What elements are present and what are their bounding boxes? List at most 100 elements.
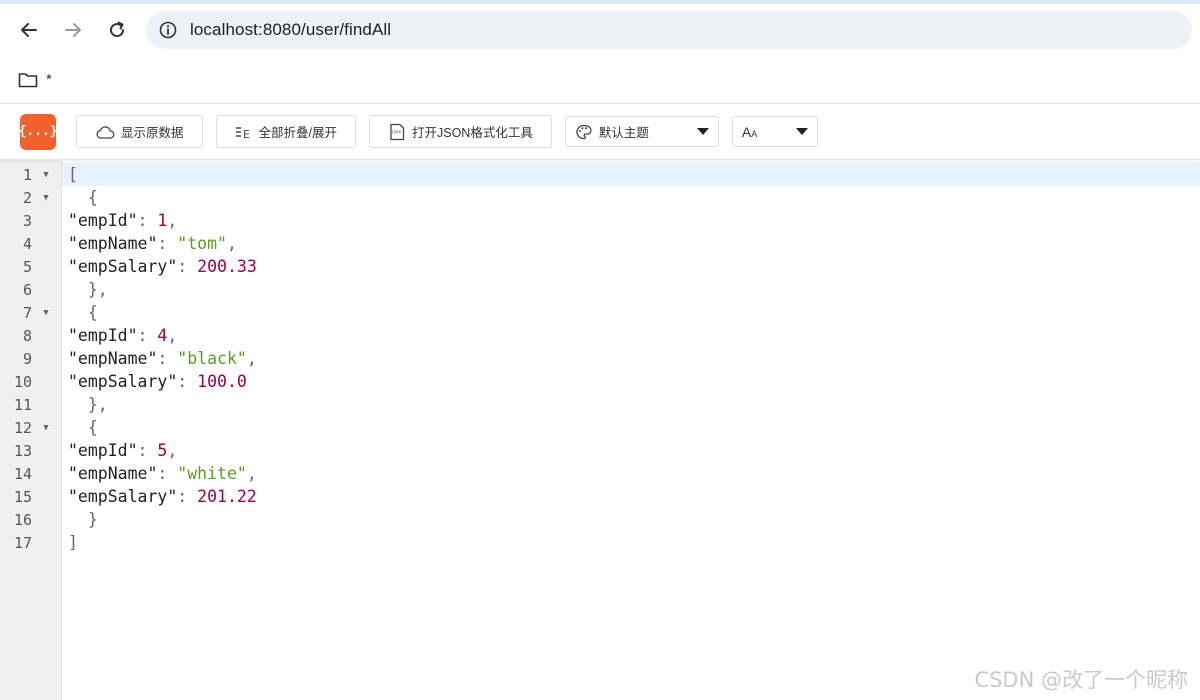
- code-line: ]: [68, 533, 78, 552]
- line-number: 11: [0, 393, 61, 416]
- line-number: 16: [0, 508, 61, 531]
- code-line: {: [68, 303, 98, 322]
- json-viewer-logo[interactable]: {...}: [18, 113, 58, 150]
- code-line: "empId": 4,: [68, 326, 178, 345]
- json-key: "empId": [68, 441, 138, 460]
- bookmarks-bar: *: [0, 56, 1200, 104]
- line-number: 17: [0, 531, 61, 554]
- json-key: "empName": [68, 349, 158, 368]
- line-number: 2 ▼: [0, 186, 61, 209]
- fold-all-label: 全部折叠/展开: [258, 126, 337, 140]
- line-number: 8: [0, 324, 61, 347]
- line-number: 4: [0, 232, 61, 255]
- fold-toggle-icon[interactable]: ▼: [35, 193, 57, 203]
- line-number-text: 14: [13, 464, 32, 483]
- code-line: "empSalary": 200.33: [68, 257, 257, 276]
- json-number-value: 100.0: [197, 372, 247, 391]
- line-number: 6: [0, 278, 61, 301]
- json-key: "empId": [68, 326, 138, 345]
- line-number: 7 ▼: [0, 301, 61, 324]
- forward-button[interactable]: [58, 15, 88, 45]
- code-line: [: [62, 163, 1200, 186]
- code-line: "empName": "black",: [68, 349, 257, 368]
- json-key: "empName": [68, 464, 158, 483]
- line-number: 10: [0, 370, 61, 393]
- open-json-tool-label: 打开JSON格式化工具: [412, 126, 533, 140]
- cloud-icon: [96, 125, 115, 139]
- show-raw-label: 显示原数据: [121, 126, 184, 140]
- folder-icon: [18, 72, 38, 87]
- json-number-value: 1: [157, 211, 168, 230]
- line-number: 5: [0, 255, 61, 278]
- json-key: "empSalary": [68, 372, 178, 391]
- line-number: 13: [0, 439, 61, 462]
- line-number: 1 ▼: [0, 163, 61, 186]
- fold-toggle-icon[interactable]: ▼: [35, 170, 57, 180]
- line-number-text: 6: [22, 280, 32, 299]
- json-viewer-toolbar: {...} 显示原数据 E 全部折叠/展开 json 打开JSON格式化工具 默…: [0, 104, 1200, 160]
- fold-toggle-icon[interactable]: ▼: [35, 423, 57, 433]
- fold-toggle-icon[interactable]: ▼: [35, 308, 57, 318]
- line-number-text: 5: [22, 257, 32, 276]
- line-number: 9: [0, 347, 61, 370]
- open-json-tool-button[interactable]: json 打开JSON格式化工具: [369, 115, 552, 148]
- reload-button[interactable]: [102, 15, 132, 45]
- fold-all-button[interactable]: E 全部折叠/展开: [215, 115, 356, 148]
- line-number-text: 4: [22, 234, 32, 253]
- collapse-expand-icon: E: [235, 126, 250, 139]
- code-area[interactable]: [ { "empId": 1, "empName": "tom", "empSa…: [62, 160, 1200, 700]
- address-bar[interactable]: localhost:8080/user/findAll: [146, 11, 1192, 49]
- json-number-value: 200.33: [197, 257, 257, 276]
- json-string-value: "black": [177, 349, 247, 368]
- chevron-down-icon: [696, 128, 709, 135]
- back-button[interactable]: [14, 15, 44, 45]
- line-number-text: 2: [22, 188, 32, 207]
- svg-text:json: json: [391, 129, 401, 135]
- code-line: "empSalary": 201.22: [68, 487, 257, 506]
- forward-arrow-icon: [65, 23, 81, 37]
- code-line: "empName": "tom",: [68, 234, 237, 253]
- font-size-select[interactable]: AA: [731, 116, 818, 147]
- code-line: {: [68, 188, 98, 207]
- code-line: }: [68, 510, 98, 529]
- chevron-down-icon: [795, 128, 808, 135]
- back-arrow-icon: [21, 23, 37, 37]
- code-line: "empSalary": 100.0: [68, 372, 247, 391]
- line-number-text: 3: [22, 211, 32, 230]
- json-number-value: 201.22: [197, 487, 257, 506]
- line-number-text: 12: [13, 418, 32, 437]
- json-number-value: 4: [157, 326, 168, 345]
- bookmark-folder-label: *: [46, 71, 52, 88]
- line-number-text: 11: [13, 395, 32, 414]
- json-file-icon: json: [390, 123, 405, 140]
- line-number-text: 17: [13, 533, 32, 552]
- theme-select-value: 默认主题: [598, 126, 649, 140]
- theme-select[interactable]: 默认主题: [564, 116, 719, 147]
- code-line: "empId": 5,: [68, 441, 178, 460]
- palette-icon: [576, 124, 592, 139]
- show-raw-button[interactable]: 显示原数据: [76, 115, 203, 148]
- bookmark-folder[interactable]: *: [18, 71, 52, 89]
- json-string-value: "white": [177, 464, 247, 483]
- line-number: 14: [0, 462, 61, 485]
- font-size-icon-letter: A: [741, 123, 752, 140]
- line-number: 15: [0, 485, 61, 508]
- site-info-icon[interactable]: [158, 20, 178, 40]
- line-number-text: 15: [13, 487, 32, 506]
- code-line: },: [68, 395, 108, 414]
- csdn-watermark: CSDN @改了一个昵称: [974, 668, 1188, 692]
- line-number: 3: [0, 209, 61, 232]
- line-number-text: 1: [22, 165, 32, 184]
- navigation-bar: localhost:8080/user/findAll: [0, 4, 1200, 56]
- svg-text:E: E: [243, 128, 250, 139]
- json-key: "empName": [68, 234, 158, 253]
- json-string-value: "tom": [177, 234, 227, 253]
- line-number-text: 9: [22, 349, 32, 368]
- line-number-text: 7: [22, 303, 32, 322]
- line-number-text: 8: [22, 326, 32, 345]
- json-key: "empId": [68, 211, 138, 230]
- json-number-value: 5: [157, 441, 168, 460]
- line-number-text: 16: [13, 510, 32, 529]
- url-text: localhost:8080/user/findAll: [190, 20, 392, 39]
- code-line: "empId": 1,: [68, 211, 178, 230]
